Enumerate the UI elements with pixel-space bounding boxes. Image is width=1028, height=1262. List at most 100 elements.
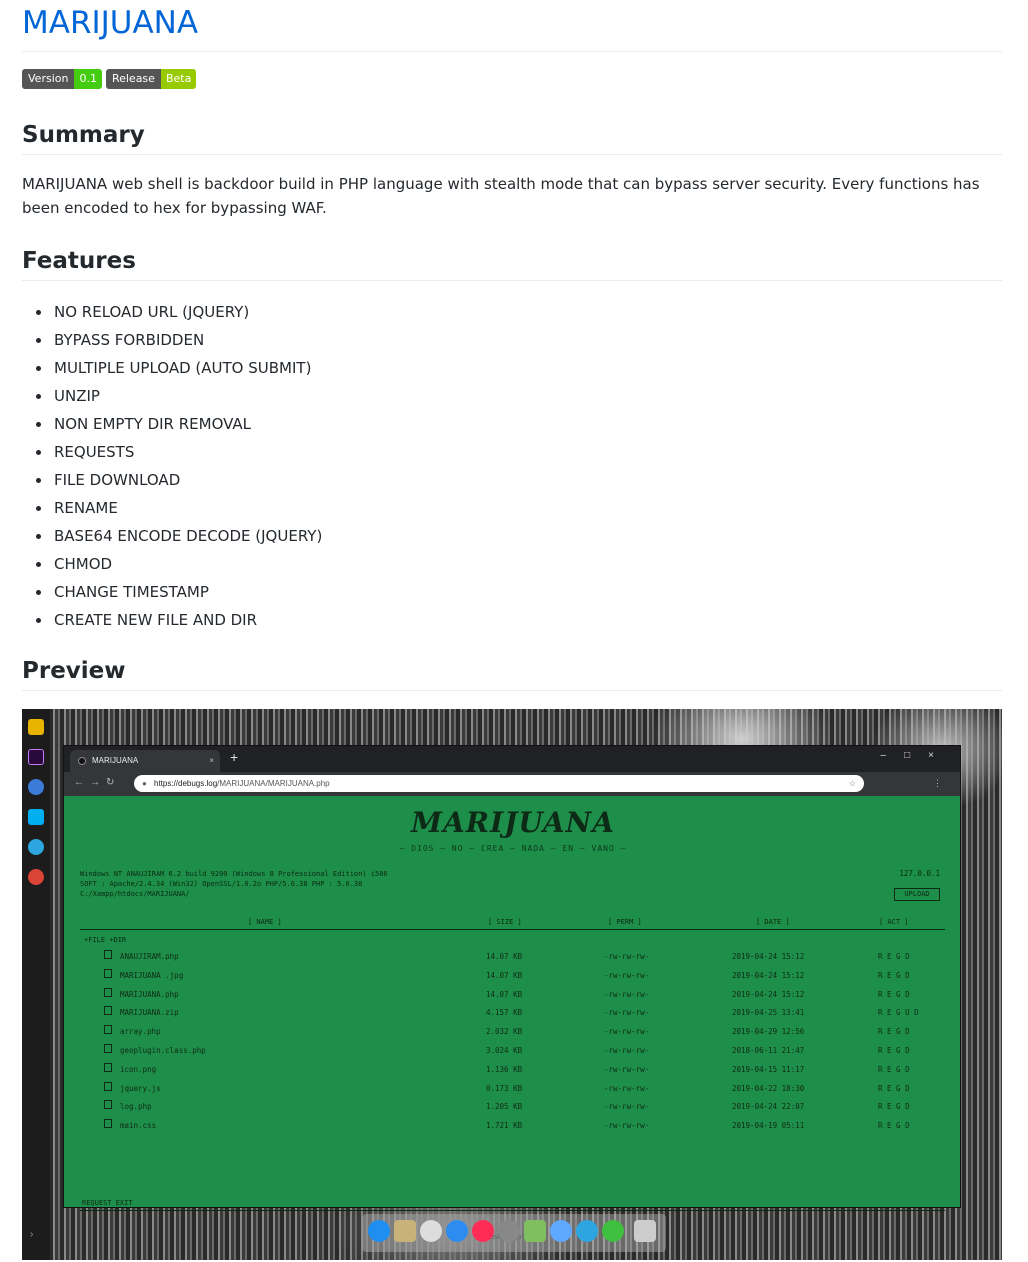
badge-value: 0.1 [74, 69, 102, 89]
folder-icon [28, 719, 44, 735]
file-size: 2.032 KB [486, 1027, 523, 1037]
page-title: MARIJUANA [22, 0, 1002, 52]
file-name[interactable]: log.php [120, 1102, 152, 1111]
app-icon[interactable] [550, 1220, 572, 1242]
col-size: [ SIZE ] [488, 918, 522, 926]
file-date: 2019-04-24 15:12 [732, 970, 805, 980]
table-row[interactable]: MARIJUANA.php 14.07 KB -rw-rw-rw- 2019-04-2… [80, 986, 945, 1004]
table-row[interactable]: MARIJUANA.zip 4.157 KB -rw-rw-rw- 2019-04-2… [80, 1004, 945, 1022]
menu-icon[interactable]: ⋮ [933, 778, 952, 789]
list-item: BYPASS FORBIDDEN [36, 326, 322, 354]
telegram-icon[interactable] [576, 1220, 598, 1242]
version-badge[interactable]: Version 0.1 [22, 69, 102, 89]
table-row[interactable]: array.php 2.032 KB -rw-rw-rw- 2019-04-29 12… [80, 1023, 945, 1041]
app-icon[interactable] [420, 1220, 442, 1242]
table-row[interactable]: main.css 1.721 KB -rw-rw-rw- 2019-04-19 05:… [80, 1117, 945, 1135]
summary-text: MARIJUANA web shell is backdoor build in… [22, 175, 980, 217]
file-actions[interactable]: R E G U D [878, 1008, 919, 1017]
col-act: [ ACT ] [879, 918, 909, 926]
file-date: 2019-04-24 15:12 [732, 989, 805, 999]
app-icon[interactable] [602, 1220, 624, 1242]
telegram-icon [28, 839, 44, 855]
col-name: [ NAME ] [248, 918, 282, 926]
file-date: 2019-04-25 13:41 [732, 1008, 805, 1018]
file-name[interactable]: main.css [120, 1121, 156, 1130]
file-actions[interactable]: R E G D [878, 952, 910, 961]
launchpad-icon[interactable] [498, 1220, 520, 1242]
maps-icon[interactable] [524, 1220, 546, 1242]
file-size: 1.205 KB [486, 1102, 523, 1112]
file-icon [104, 987, 112, 997]
new-tab-icon[interactable]: + [230, 749, 238, 765]
file-name[interactable]: ANAUJIRAM.php [120, 952, 179, 961]
file-icon [104, 1044, 112, 1053]
file-name[interactable]: MARIJUANA.php [120, 990, 179, 999]
file-actions[interactable]: R E G D [878, 971, 910, 980]
list-item: NON EMPTY DIR REMOVAL [36, 410, 322, 438]
table-row[interactable]: log.php 1.205 KB -rw-rw-rw- 2019-04-24 22:0… [80, 1098, 945, 1116]
browser-tab[interactable]: MARIJUANA × [70, 750, 220, 772]
table-row[interactable]: jquery.js 0.173 KB -rw-rw-rw- 2019-04-22 18… [80, 1080, 945, 1098]
star-icon[interactable]: ☆ [849, 775, 856, 792]
file-actions[interactable]: R E G D [878, 1102, 910, 1111]
file-size: 4.157 KB [486, 1008, 523, 1018]
file-name[interactable]: array.php [120, 1027, 161, 1036]
file-date: 2018-06-11 21:47 [732, 1046, 805, 1055]
preview-screenshot: MARIJUANA × + –□× ←→↻ ● https://debugs.l… [22, 709, 1002, 1260]
music-icon[interactable] [472, 1220, 494, 1242]
safari-icon[interactable] [446, 1220, 468, 1242]
file-actions[interactable]: R E G D [878, 1121, 910, 1130]
file-actions[interactable]: R E G D [878, 990, 910, 999]
file-name[interactable]: MARIJUANA .jpg [120, 971, 183, 980]
table-row[interactable]: icon.png 1.136 KB -rw-rw-rw- 2019-04-15 11:… [80, 1061, 945, 1079]
window-controls[interactable]: –□× [881, 750, 952, 761]
new-file-dir[interactable]: +FILE +DIR [84, 936, 126, 944]
app-icon [28, 779, 44, 795]
os-line: Windows NT ANAUJIRAM 6.2 build 9200 (Win… [80, 870, 388, 878]
table-row[interactable]: geoplugin.class.php 3.024 KB -rw-rw-rw- 201… [80, 1042, 945, 1060]
file-perm: -rw-rw-rw- [604, 1046, 650, 1055]
file-name[interactable]: MARIJUANA.zip [120, 1008, 179, 1017]
file-date: 2019-04-19 05:11 [732, 1121, 805, 1131]
col-perm: [ PERM ] [608, 918, 642, 926]
table-row[interactable]: MARIJUANA .jpg 14.07 KB -rw-rw-rw- 2019-04-… [80, 967, 945, 985]
col-date: [ DATE ] [756, 918, 790, 926]
appstore-icon[interactable] [368, 1220, 390, 1242]
file-icon [104, 1081, 112, 1091]
url-input[interactable]: ● https://debugs.log/MARIJUANA/MARIJUANA… [134, 775, 864, 792]
table-row[interactable]: ANAUJIRAM.php 14.07 KB -rw-rw-rw- 2019-04-2… [80, 948, 945, 966]
address-bar: ←→↻ ● https://debugs.log/MARIJUANA/MARIJ… [64, 772, 960, 796]
favicon-icon [78, 757, 86, 765]
file-perm: -rw-rw-rw- [604, 989, 650, 999]
shell-content: MARIJUANA — DIOS — NO — CREA — NADA — EN… [64, 796, 960, 1241]
file-size: 14.07 KB [486, 970, 523, 980]
list-item: FILE DOWNLOAD [36, 466, 322, 494]
file-actions[interactable]: R E G D [878, 1027, 910, 1036]
notes-icon[interactable] [394, 1220, 416, 1242]
list-item: MULTIPLE UPLOAD (AUTO SUBMIT) [36, 354, 322, 382]
file-actions[interactable]: R E G D [878, 1065, 910, 1074]
trash-icon[interactable] [634, 1220, 656, 1242]
file-actions[interactable]: R E G D [878, 1046, 910, 1055]
list-item: CHANGE TIMESTAMP [36, 578, 322, 606]
release-badge[interactable]: Release Beta [105, 69, 197, 89]
close-icon[interactable]: × [209, 750, 214, 772]
upload-button[interactable]: UPLOAD [894, 888, 940, 901]
file-icon [104, 968, 112, 978]
file-date: 2019-04-29 12:56 [732, 1027, 805, 1037]
preview-heading: Preview [22, 654, 1002, 691]
file-icon [104, 1025, 112, 1035]
list-item: NO RELOAD URL (JQUERY) [36, 298, 322, 326]
file-perm: -rw-rw-rw- [604, 1121, 650, 1131]
file-perm: -rw-rw-rw- [604, 1064, 650, 1074]
path-line[interactable]: C:/Xampp/htdocs/MARIJUANA/ [80, 889, 388, 899]
nav-icons[interactable]: ←→↻ [74, 777, 120, 788]
file-icon [104, 1062, 112, 1072]
file-actions[interactable]: R E G D [878, 1084, 910, 1093]
chevron-right-icon[interactable]: › [30, 1229, 33, 1240]
file-name[interactable]: icon.png [120, 1065, 156, 1074]
request-exit[interactable]: REQUEST EXIT [82, 1199, 133, 1207]
file-name[interactable]: geoplugin.class.php [120, 1046, 206, 1055]
file-name[interactable]: jquery.js [120, 1084, 161, 1093]
file-perm: -rw-rw-rw- [604, 1102, 650, 1112]
